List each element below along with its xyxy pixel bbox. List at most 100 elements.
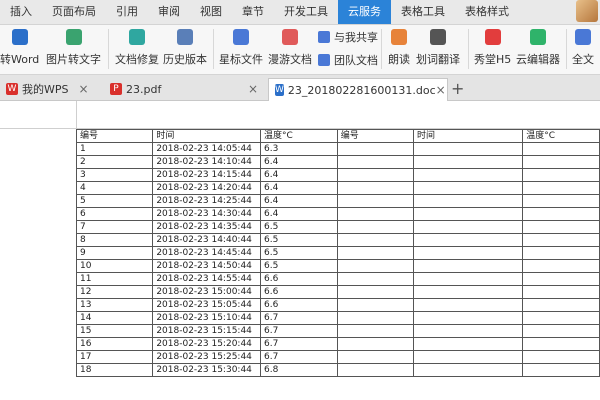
new-tab-button[interactable]: + [451,79,464,98]
table-cell[interactable] [412,194,524,208]
read-aloud-button[interactable]: 朗读 [388,29,410,67]
table-cell[interactable] [336,194,415,208]
table-cell[interactable] [336,324,415,338]
table-cell[interactable]: 2 [75,155,154,169]
table-cell[interactable]: 2018-02-23 14:30:44 [152,207,262,221]
menu-section[interactable]: 章节 [232,0,274,24]
h5-button[interactable]: 秀堂H5 [474,29,511,67]
table-cell[interactable] [336,350,415,364]
doc-repair-button[interactable]: 文档修复 [115,29,159,67]
table-cell[interactable]: 2018-02-23 14:20:44 [152,181,262,195]
table-cell[interactable]: 2018-02-23 14:45:44 [152,246,262,260]
table-cell[interactable]: 2018-02-23 14:40:44 [152,233,262,247]
table-cell[interactable]: 6.6 [260,272,338,286]
menu-review[interactable]: 审阅 [148,0,190,24]
table-cell[interactable] [412,168,524,182]
tab-my-wps[interactable]: W 我的WPS × [0,78,100,100]
table-cell[interactable]: 8 [75,233,154,247]
table-cell[interactable]: 7 [75,220,154,234]
table-cell[interactable]: 2018-02-23 14:55:44 [152,272,262,286]
avatar[interactable] [576,0,598,22]
table-cell[interactable] [522,350,600,364]
table-cell[interactable] [522,142,600,156]
menu-page-layout[interactable]: 页面布局 [42,0,106,24]
to-word-button[interactable]: 转Word [0,29,39,67]
roaming-doc-button[interactable]: 漫游文档 [268,29,312,67]
close-icon[interactable]: × [79,82,89,96]
table-cell[interactable] [336,272,415,286]
table-cell[interactable]: 2018-02-23 14:10:44 [152,155,262,169]
menu-table-style[interactable]: 表格样式 [455,0,519,24]
table-cell[interactable]: 12 [75,285,154,299]
table-header-cell[interactable]: 温度°C [260,129,338,143]
table-cell[interactable] [522,181,600,195]
table-cell[interactable] [412,207,524,221]
table-cell[interactable]: 6.7 [260,337,338,351]
table-cell[interactable] [522,298,600,312]
table-cell[interactable] [412,311,524,325]
table-cell[interactable]: 2018-02-23 14:15:44 [152,168,262,182]
full-text-button[interactable]: 全文 [572,29,594,67]
table-cell[interactable]: 6.4 [260,207,338,221]
table-cell[interactable]: 6.5 [260,220,338,234]
table-cell[interactable] [522,155,600,169]
table-cell[interactable] [412,142,524,156]
table-cell[interactable] [336,181,415,195]
table-cell[interactable]: 2018-02-23 15:00:44 [152,285,262,299]
table-cell[interactable] [336,233,415,247]
close-icon[interactable]: × [436,83,446,97]
table-cell[interactable]: 2018-02-23 14:35:44 [152,220,262,234]
table-cell[interactable] [336,142,415,156]
table-cell[interactable] [522,259,600,273]
table-cell[interactable]: 2018-02-23 15:10:44 [152,311,262,325]
table-cell[interactable]: 2018-02-23 14:25:44 [152,194,262,208]
table-cell[interactable] [522,233,600,247]
table-cell[interactable] [412,337,524,351]
image-to-text-button[interactable]: 图片转文字 [46,29,101,67]
table-cell[interactable] [522,194,600,208]
table-cell[interactable] [522,168,600,182]
table-cell[interactable]: 6.5 [260,259,338,273]
table-cell[interactable]: 6.7 [260,311,338,325]
star-file-button[interactable]: 星标文件 [219,29,263,67]
table-cell[interactable] [412,246,524,260]
table-cell[interactable] [336,259,415,273]
table-cell[interactable]: 10 [75,259,154,273]
table-cell[interactable]: 18 [75,363,154,377]
table-cell[interactable]: 1 [75,142,154,156]
table-cell[interactable] [412,298,524,312]
table-cell[interactable] [522,272,600,286]
table-cell[interactable] [522,207,600,221]
table-cell[interactable]: 6.5 [260,246,338,260]
table-cell[interactable] [412,285,524,299]
table-cell[interactable]: 6.6 [260,285,338,299]
table-header-cell[interactable]: 编号 [336,129,415,143]
table-cell[interactable]: 6.8 [260,363,338,377]
table-header-cell[interactable]: 时间 [152,129,262,143]
table-cell[interactable] [336,246,415,260]
table-cell[interactable]: 6.4 [260,168,338,182]
table-cell[interactable] [412,272,524,286]
table-cell[interactable] [412,233,524,247]
table-cell[interactable]: 6.7 [260,324,338,338]
table-cell[interactable]: 3 [75,168,154,182]
table-header-cell[interactable]: 编号 [75,129,154,143]
table-cell[interactable]: 5 [75,194,154,208]
table-header-cell[interactable]: 时间 [412,129,524,143]
table-cell[interactable] [336,363,415,377]
table-cell[interactable] [336,220,415,234]
table-cell[interactable]: 16 [75,337,154,351]
table-cell[interactable] [522,285,600,299]
table-header-cell[interactable]: 温度°C [522,129,600,143]
table-cell[interactable]: 2018-02-23 14:05:44 [152,142,262,156]
table-cell[interactable]: 9 [75,246,154,260]
table-cell[interactable]: 6.4 [260,194,338,208]
menu-view[interactable]: 视图 [190,0,232,24]
table-cell[interactable] [412,350,524,364]
document-page[interactable]: 编号 时间 温度°C 编号 时间 温度°C 1 2018-02-23 14:05:44 6.3 2… [0,101,600,400]
menu-insert[interactable]: 插入 [0,0,42,24]
table-cell[interactable] [522,311,600,325]
table-cell[interactable]: 2018-02-23 15:20:44 [152,337,262,351]
table-cell[interactable]: 6.7 [260,350,338,364]
table-cell[interactable] [336,298,415,312]
